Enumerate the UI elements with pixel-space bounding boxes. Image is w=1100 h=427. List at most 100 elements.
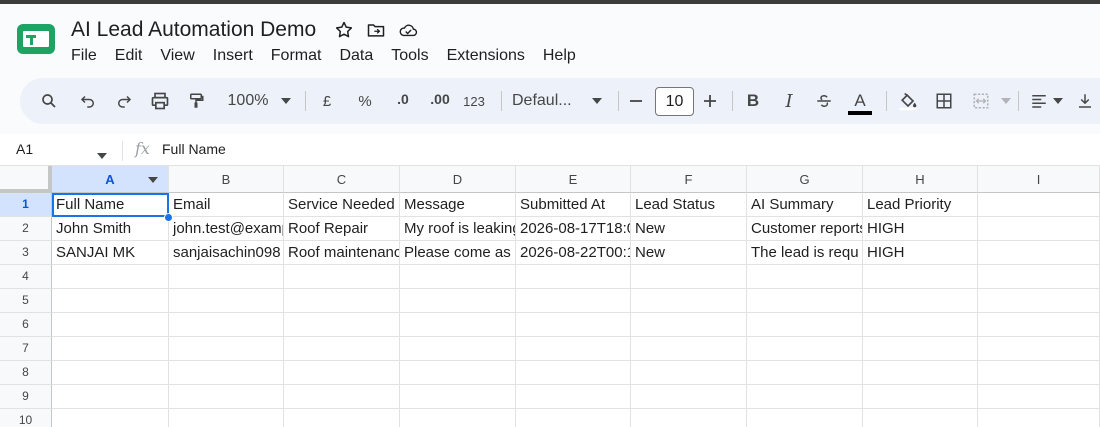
redo-icon[interactable] [112, 78, 136, 124]
align-caret-icon[interactable] [1052, 78, 1064, 124]
cell-b7[interactable] [169, 337, 284, 361]
format-currency-button[interactable]: £ [316, 78, 338, 124]
menu-format[interactable]: Format [271, 46, 322, 66]
column-header-i[interactable]: I [978, 166, 1100, 193]
cell-e3[interactable]: 2026-08-22T00:1 [516, 241, 631, 265]
cell-g4[interactable] [747, 265, 863, 289]
cell-c6[interactable] [284, 313, 400, 337]
cell-b9[interactable] [169, 385, 284, 409]
print-icon[interactable] [148, 78, 172, 124]
font-caret-icon[interactable] [590, 78, 604, 124]
cell-f9[interactable] [631, 385, 747, 409]
cell-a6[interactable] [52, 313, 169, 337]
column-header-c[interactable]: C [284, 166, 400, 193]
paint-format-icon[interactable] [184, 78, 208, 124]
cell-c1[interactable]: Service Needed [284, 193, 400, 217]
column-header-h[interactable]: H [863, 166, 978, 193]
decrease-font-size-icon[interactable] [626, 78, 646, 124]
italic-button[interactable]: I [778, 78, 800, 124]
cell-d3[interactable]: Please come as [400, 241, 516, 265]
name-box[interactable]: A1 [16, 141, 33, 157]
decrease-decimal-button[interactable]: .0 [390, 78, 416, 124]
text-color-button[interactable]: A [846, 78, 874, 124]
cell-i4[interactable] [978, 265, 1100, 289]
row-header-1[interactable]: 1 [0, 193, 52, 217]
cell-c10[interactable] [284, 409, 400, 427]
cloud-saved-icon[interactable] [398, 19, 418, 41]
cell-d5[interactable] [400, 289, 516, 313]
cell-a3[interactable]: SANJAI MK [52, 241, 169, 265]
horizontal-align-icon[interactable] [1028, 78, 1050, 124]
column-header-f[interactable]: F [631, 166, 747, 193]
cell-a2[interactable]: John Smith [52, 217, 169, 241]
cell-a5[interactable] [52, 289, 169, 313]
cell-i2[interactable] [978, 217, 1100, 241]
cell-h3[interactable]: HIGH [863, 241, 978, 265]
row-header-10[interactable]: 10 [0, 409, 52, 427]
cell-g7[interactable] [747, 337, 863, 361]
font-family-select[interactable]: Defaul... [512, 78, 582, 124]
cell-c7[interactable] [284, 337, 400, 361]
cell-i5[interactable] [978, 289, 1100, 313]
cell-d6[interactable] [400, 313, 516, 337]
cell-a1[interactable]: Full Name [52, 193, 169, 217]
column-menu-caret-icon[interactable] [148, 177, 158, 183]
cell-g3[interactable]: The lead is requ [747, 241, 863, 265]
cell-i8[interactable] [978, 361, 1100, 385]
menu-file[interactable]: File [71, 46, 97, 66]
cell-a7[interactable] [52, 337, 169, 361]
cell-c3[interactable]: Roof maintenance [284, 241, 400, 265]
zoom-select[interactable]: 100% [220, 78, 276, 124]
cell-b10[interactable] [169, 409, 284, 427]
document-title[interactable]: AI Lead Automation Demo [71, 18, 316, 42]
spreadsheet-grid[interactable]: A B C D E F G H I 1 Full Name Email Service Needed Me… [0, 166, 1100, 427]
format-percent-button[interactable]: % [354, 78, 376, 124]
fill-color-icon[interactable] [895, 78, 921, 124]
row-header-2[interactable]: 2 [0, 217, 52, 241]
cell-b5[interactable] [169, 289, 284, 313]
column-header-d[interactable]: D [400, 166, 516, 193]
cell-a9[interactable] [52, 385, 169, 409]
cell-a10[interactable] [52, 409, 169, 427]
cell-i7[interactable] [978, 337, 1100, 361]
cell-c4[interactable] [284, 265, 400, 289]
merge-caret-icon[interactable] [1000, 78, 1012, 124]
undo-icon[interactable] [76, 78, 100, 124]
cell-i1[interactable] [978, 193, 1100, 217]
cell-c2[interactable]: Roof Repair [284, 217, 400, 241]
number-format-button[interactable]: 123 [461, 78, 487, 124]
move-to-folder-icon[interactable] [366, 19, 386, 41]
zoom-caret-icon[interactable] [278, 78, 294, 124]
row-header-6[interactable]: 6 [0, 313, 52, 337]
row-header-8[interactable]: 8 [0, 361, 52, 385]
cell-f6[interactable] [631, 313, 747, 337]
cell-b3[interactable]: sanjaisachin098 [169, 241, 284, 265]
cell-a4[interactable] [52, 265, 169, 289]
cell-h2[interactable]: HIGH [863, 217, 978, 241]
search-menus-icon[interactable] [37, 78, 61, 124]
column-header-e[interactable]: E [516, 166, 631, 193]
merge-cells-icon[interactable] [970, 78, 992, 124]
cell-b6[interactable] [169, 313, 284, 337]
menu-tools[interactable]: Tools [391, 46, 428, 66]
select-all-corner[interactable] [0, 166, 52, 193]
cell-d7[interactable] [400, 337, 516, 361]
column-header-a[interactable]: A [52, 166, 169, 193]
cell-i6[interactable] [978, 313, 1100, 337]
row-header-3[interactable]: 3 [0, 241, 52, 265]
font-size-input[interactable]: 10 [655, 87, 694, 116]
cell-i10[interactable] [978, 409, 1100, 427]
borders-icon[interactable] [932, 78, 956, 124]
cell-h5[interactable] [863, 289, 978, 313]
formula-input[interactable]: Full Name [162, 141, 226, 157]
cell-e7[interactable] [516, 337, 631, 361]
cell-e8[interactable] [516, 361, 631, 385]
column-header-b[interactable]: B [169, 166, 284, 193]
cell-e6[interactable] [516, 313, 631, 337]
menu-insert[interactable]: Insert [213, 46, 253, 66]
row-header-7[interactable]: 7 [0, 337, 52, 361]
cell-f8[interactable] [631, 361, 747, 385]
cell-b2[interactable]: john.test@example.com [169, 217, 284, 241]
cell-h4[interactable] [863, 265, 978, 289]
cell-f2[interactable]: New [631, 217, 747, 241]
